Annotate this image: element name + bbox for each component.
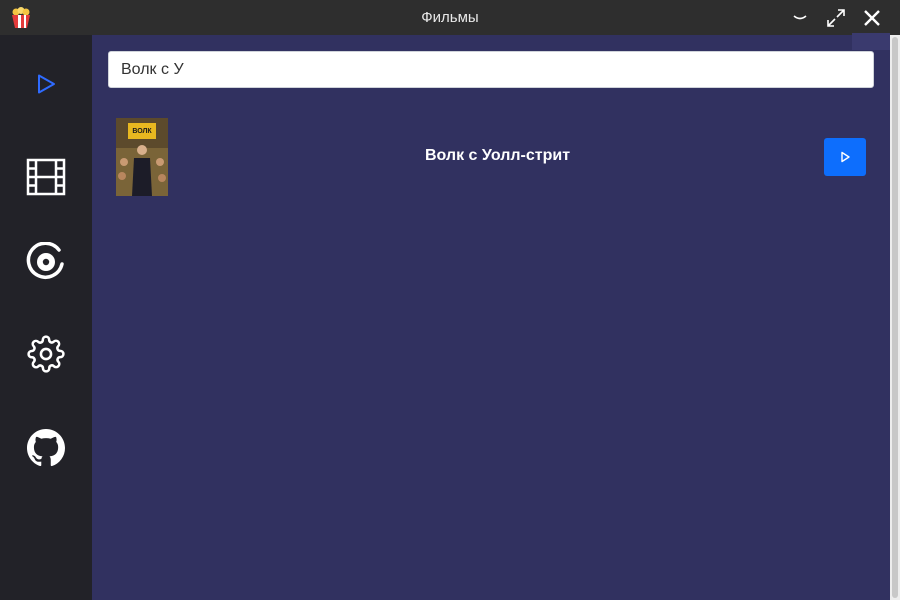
title-bar: Фильмы — [0, 0, 900, 35]
close-button[interactable] — [860, 6, 884, 30]
movie-poster[interactable]: ВОЛК — [116, 118, 168, 196]
play-button[interactable] — [824, 138, 866, 176]
close-icon — [864, 10, 880, 26]
movie-title: Волк с Уолл-стрит — [425, 147, 571, 164]
sidebar-item-github[interactable] — [22, 424, 70, 472]
list-item: ВОЛК Волк с Уолл-стрит — [92, 117, 890, 197]
sidebar-item-settings[interactable] — [22, 330, 70, 378]
sidebar-item-films[interactable] — [22, 153, 70, 201]
scrollbar[interactable] — [890, 35, 900, 600]
scrollbar-thumb[interactable] — [892, 37, 898, 598]
minimize-button[interactable] — [788, 6, 812, 30]
sidebar-item-disc[interactable] — [22, 238, 70, 286]
sidebar — [0, 35, 92, 600]
search-input[interactable] — [108, 51, 874, 88]
window-title: Фильмы — [421, 9, 479, 26]
play-icon — [38, 74, 55, 94]
main-content: ВОЛК Волк с Уолл-стрит — [92, 35, 890, 600]
overlay-fragment — [852, 33, 890, 50]
play-icon — [841, 151, 850, 163]
sidebar-item-player[interactable] — [22, 60, 70, 108]
maximize-button[interactable] — [824, 6, 848, 30]
chevron-down-icon — [793, 15, 807, 20]
film-icon — [26, 158, 66, 196]
gear-icon — [27, 335, 65, 373]
github-icon — [27, 429, 65, 467]
expand-icon — [827, 9, 845, 27]
disc-icon — [26, 242, 64, 279]
poster-title: ВОЛК — [132, 128, 152, 135]
